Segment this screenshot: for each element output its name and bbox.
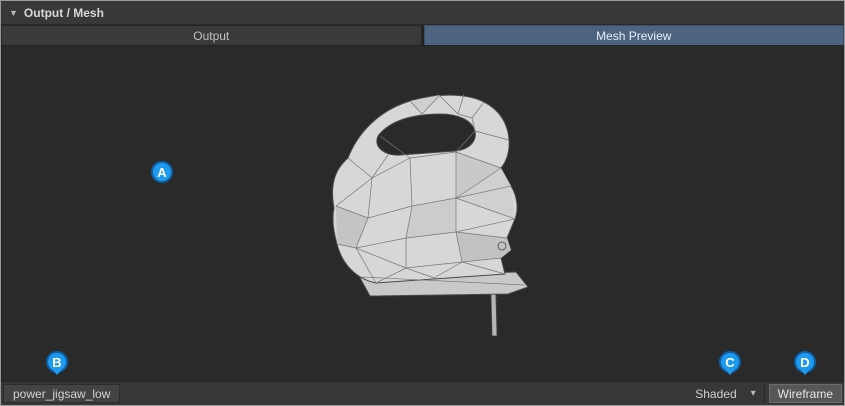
wireframe-toggle[interactable]: Wireframe (769, 384, 842, 403)
panel-title: Output / Mesh (24, 6, 104, 20)
tab-output[interactable]: Output (1, 25, 422, 45)
mesh-name-label: power_jigsaw_low (3, 384, 120, 403)
annotation-badge-d: D (794, 351, 816, 373)
tab-mesh-preview[interactable]: Mesh Preview (424, 25, 845, 45)
chevron-down-icon: ▾ (751, 388, 756, 399)
foldout-triangle-icon[interactable]: ▼ (9, 8, 18, 18)
annotation-badge-a: A (151, 161, 173, 183)
mesh-preview-viewport[interactable] (1, 46, 844, 381)
shading-mode-dropdown[interactable]: Shaded ▾ (685, 382, 763, 405)
tab-bar: Output Mesh Preview (1, 25, 844, 46)
annotation-badge-b: B (46, 351, 68, 373)
statusbar-spacer (120, 382, 685, 405)
output-mesh-panel: ▼ Output / Mesh Output Mesh Preview (0, 0, 845, 406)
statusbar-divider (764, 384, 765, 403)
shading-mode-value: Shaded (695, 387, 736, 401)
jigsaw-mesh (314, 86, 544, 348)
panel-header: ▼ Output / Mesh (1, 1, 844, 25)
annotation-badge-c: C (719, 351, 741, 373)
status-bar: power_jigsaw_low Shaded ▾ Wireframe (1, 381, 844, 405)
